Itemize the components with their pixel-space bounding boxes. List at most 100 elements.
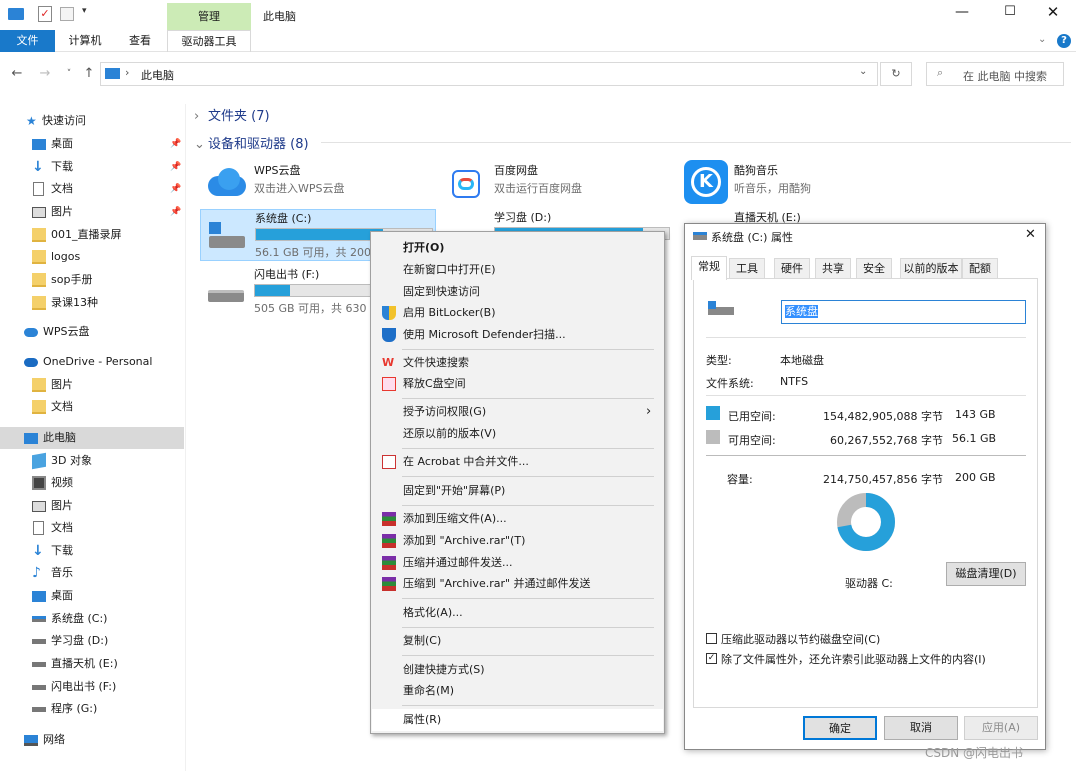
nav-pc-item[interactable]: 图片 xyxy=(0,495,184,517)
menu-item-restore-versions[interactable]: 还原以前的版本(V) xyxy=(372,423,663,445)
nav-item-documents[interactable]: 文档 📌 xyxy=(0,178,184,200)
free-swatch xyxy=(706,430,720,444)
pc-icon[interactable] xyxy=(8,8,24,20)
nav-item-download[interactable]: ↓ 下载 📌 xyxy=(0,156,184,178)
menu-item-properties[interactable]: 属性(R) xyxy=(372,709,663,731)
tab-view[interactable]: 查看 xyxy=(118,30,162,52)
properties-icon[interactable]: ✓ xyxy=(38,6,52,22)
menu-item-create-shortcut[interactable]: 创建快捷方式(S) xyxy=(372,659,663,681)
folder-icon xyxy=(32,296,46,310)
nav-item-pictures[interactable]: 图片 📌 xyxy=(0,201,184,223)
nav-pc-item[interactable]: 学习盘 (D:) xyxy=(0,630,184,652)
dtab-quota[interactable]: 配额 xyxy=(962,258,998,278)
search-box[interactable]: ⌕ 在 此电脑 中搜索 xyxy=(926,62,1064,86)
nav-pc-item[interactable]: 闪电出书 (F:) xyxy=(0,676,184,698)
address-path[interactable]: 此电脑 xyxy=(141,67,174,83)
nav-item-folder[interactable]: 图片 xyxy=(0,374,184,396)
apply-button[interactable]: 应用(A) xyxy=(964,716,1038,740)
customize-qat-icon[interactable]: ▾ xyxy=(82,6,87,16)
tab-file[interactable]: 文件 xyxy=(0,30,55,52)
drive-name-input[interactable]: 系统盘 xyxy=(781,300,1026,324)
search-icon: ⌕ xyxy=(937,66,944,79)
nav-pc-item[interactable]: 程序 (G:) xyxy=(0,698,184,720)
menu-item-open-new-window[interactable]: 在新窗口中打开(E) xyxy=(372,259,663,281)
devices-section-header[interactable]: ⌄ 设备和驱动器 (8) xyxy=(194,133,309,152)
minimize-button[interactable]: — xyxy=(950,4,974,20)
cancel-button[interactable]: 取消 xyxy=(884,716,958,740)
menu-item-compress-rar-email[interactable]: 压缩到 "Archive.rar" 并通过邮件发送 xyxy=(372,573,663,595)
menu-item-defender[interactable]: 使用 Microsoft Defender扫描... xyxy=(372,324,663,346)
index-checkbox[interactable]: ✓ xyxy=(706,653,717,664)
back-button[interactable]: ← xyxy=(8,64,26,84)
app-tile-kugou[interactable]: K 酷狗音乐 听音乐，用酷狗 xyxy=(680,158,916,210)
menu-item-free-c[interactable]: 释放C盘空间 xyxy=(372,373,663,395)
nav-item-desktop[interactable]: 桌面 📌 xyxy=(0,133,184,155)
ok-button[interactable]: 确定 xyxy=(803,716,877,740)
menu-item-open[interactable]: 打开(O) xyxy=(372,237,663,259)
winrar-icon xyxy=(382,577,396,591)
nav-pc-item[interactable]: 桌面 xyxy=(0,585,184,607)
menu-item-bitlocker[interactable]: 启用 BitLocker(B) xyxy=(372,302,663,324)
dtab-general[interactable]: 常规 xyxy=(691,256,727,280)
nav-quick-access[interactable]: ★ 快速访问 xyxy=(0,110,184,132)
chevron-down-icon[interactable]: ⌄ xyxy=(859,66,867,77)
nav-onedrive[interactable]: OneDrive - Personal xyxy=(0,351,184,373)
nav-pc-item[interactable]: ♪ 音乐 xyxy=(0,562,184,584)
recent-locations-button[interactable]: ˅ xyxy=(60,64,78,84)
disk-cleanup-button[interactable]: 磁盘清理(D) xyxy=(946,562,1026,586)
nav-wps-cloud[interactable]: WPS云盘 xyxy=(0,321,184,343)
app-tile-baidu[interactable]: 百度网盘 双击运行百度网盘 xyxy=(440,158,676,210)
dtab-tools[interactable]: 工具 xyxy=(729,258,765,278)
dialog-close-button[interactable]: ✕ xyxy=(1025,227,1036,242)
menu-item-format[interactable]: 格式化(A)... xyxy=(372,602,663,624)
menu-item-pin-quick-access[interactable]: 固定到快速访问 xyxy=(372,281,663,303)
up-button[interactable]: ↑ xyxy=(80,64,98,84)
menu-item-add-archive-rar[interactable]: 添加到 "Archive.rar"(T) xyxy=(372,530,663,552)
menu-separator xyxy=(402,398,654,399)
menu-item-pin-start[interactable]: 固定到"开始"屏幕(P) xyxy=(372,480,663,502)
maximize-button[interactable]: ☐ xyxy=(1000,4,1020,19)
address-bar[interactable]: › 此电脑 ⌄ xyxy=(100,62,878,86)
nav-pc-item[interactable]: 视频 xyxy=(0,472,184,494)
pin-icon[interactable]: 📌 xyxy=(170,178,181,200)
tab-computer[interactable]: 计算机 xyxy=(60,30,110,52)
menu-item-file-search[interactable]: W 文件快速搜索 xyxy=(372,352,663,374)
menu-item-copy[interactable]: 复制(C) xyxy=(372,630,663,652)
dtab-sharing[interactable]: 共享 xyxy=(815,258,851,278)
close-button[interactable]: ✕ xyxy=(1043,3,1063,21)
menu-separator xyxy=(402,655,654,656)
folders-section-header[interactable]: › 文件夹 (7) xyxy=(194,105,270,124)
nav-pc-item[interactable]: 3D 对象 xyxy=(0,450,184,472)
menu-item-rename[interactable]: 重命名(M) xyxy=(372,680,663,702)
new-folder-icon[interactable] xyxy=(60,7,74,21)
nav-pc-item[interactable]: ↓ 下载 xyxy=(0,540,184,562)
menu-item-add-archive[interactable]: 添加到压缩文件(A)... xyxy=(372,508,663,530)
nav-this-pc[interactable]: 此电脑 xyxy=(0,427,184,449)
nav-item-folder[interactable]: 文档 xyxy=(0,396,184,418)
app-tile-wps[interactable]: WPS云盘 双击进入WPS云盘 xyxy=(200,158,436,210)
nav-pc-item[interactable]: 文档 xyxy=(0,517,184,539)
nav-item-folder[interactable]: sop手册 xyxy=(0,269,184,291)
dtab-security[interactable]: 安全 xyxy=(856,258,892,278)
tab-drive-tools[interactable]: 驱动器工具 xyxy=(167,30,251,52)
nav-item-folder[interactable]: 录课13种 xyxy=(0,292,184,314)
ribbon-expand-icon[interactable]: ⌄ xyxy=(1038,34,1046,45)
forward-button[interactable]: → xyxy=(36,64,54,84)
refresh-button[interactable]: ↻ xyxy=(880,62,912,86)
nav-pc-item[interactable]: 系统盘 (C:) xyxy=(0,608,184,630)
pin-icon[interactable]: 📌 xyxy=(170,201,181,223)
nav-item-folder[interactable]: 001_直播录屏 xyxy=(0,224,184,246)
menu-item-grant-access[interactable]: 授予访问权限(G) › xyxy=(372,401,663,423)
menu-item-acrobat-combine[interactable]: 在 Acrobat 中合并文件... xyxy=(372,451,663,473)
chevron-right-icon[interactable]: › xyxy=(125,66,129,79)
dtab-hardware[interactable]: 硬件 xyxy=(774,258,810,278)
help-icon[interactable]: ? xyxy=(1057,34,1071,48)
nav-pc-item[interactable]: 直播天机 (E:) xyxy=(0,653,184,675)
nav-item-folder[interactable]: logos xyxy=(0,246,184,268)
pin-icon[interactable]: 📌 xyxy=(170,133,181,155)
nav-network[interactable]: 网络 xyxy=(0,729,184,751)
dtab-previous-versions[interactable]: 以前的版本 xyxy=(900,258,962,278)
pin-icon[interactable]: 📌 xyxy=(170,156,181,178)
menu-item-compress-email[interactable]: 压缩并通过邮件发送... xyxy=(372,552,663,574)
compress-checkbox[interactable] xyxy=(706,633,717,644)
